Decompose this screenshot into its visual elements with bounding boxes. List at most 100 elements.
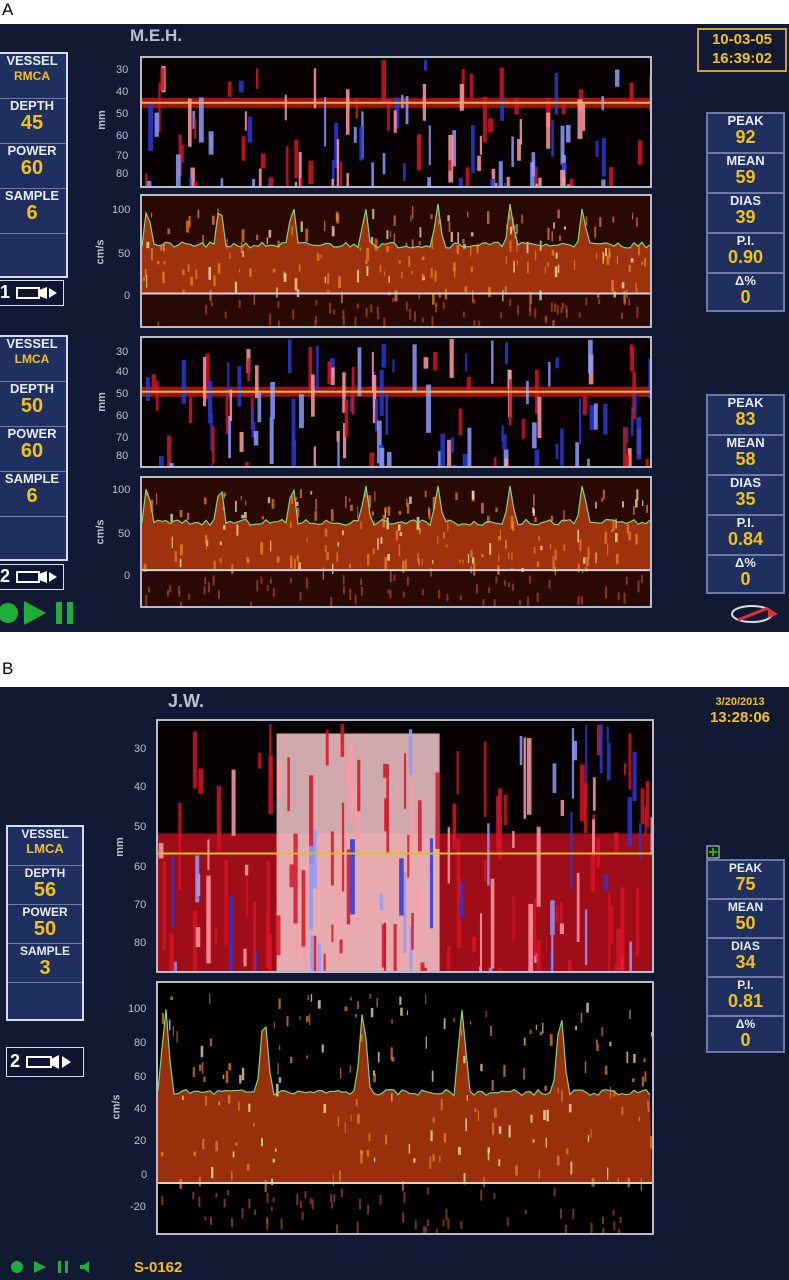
- vessel-value: LMCA: [26, 841, 64, 856]
- speaker-icon[interactable]: [80, 1261, 89, 1273]
- sample-cell[interactable]: SAMPLE 3: [8, 944, 82, 983]
- channel-1-settings[interactable]: VESSEL RMCA DEPTH 45 POWER 60 SAMPLE 6: [0, 52, 68, 278]
- delta-cell: Δ% 0: [708, 556, 783, 594]
- probe-number: 2: [10, 1051, 21, 1071]
- date-time-box: 3/20/2013 13:28:06: [694, 695, 786, 727]
- probe-number: 1: [0, 282, 11, 302]
- study-id: S-0162: [134, 1259, 183, 1276]
- mm-tick: 50: [134, 821, 147, 833]
- mm-tick: 50: [116, 388, 129, 400]
- pi-value: 0.90: [727, 247, 764, 267]
- vel-tick: 50: [118, 528, 131, 540]
- mean-label: MEAN: [727, 900, 764, 914]
- vel-tick: 20: [134, 1135, 147, 1147]
- play-icon[interactable]: [24, 601, 46, 625]
- sample-label: SAMPLE: [4, 188, 60, 203]
- channel-settings[interactable]: VESSEL LMCA DEPTH 56 POWER 50 SAMPLE 3: [6, 825, 84, 1021]
- power-cell[interactable]: POWER 60: [0, 427, 66, 472]
- sample-value: 6: [26, 202, 38, 224]
- probe-icon: [16, 287, 58, 300]
- dias-cell: DIAS 39: [708, 194, 783, 234]
- vessel-label: VESSEL: [6, 53, 58, 68]
- mm-tick: 40: [134, 781, 147, 793]
- probe-1-button[interactable]: 1: [0, 280, 64, 306]
- date-text: 10-03-05: [711, 31, 773, 48]
- power-label: POWER: [7, 143, 57, 158]
- playback-controls: [11, 1261, 89, 1273]
- delta-cell: Δ% 0: [708, 274, 783, 312]
- vessel-label: VESSEL: [6, 336, 58, 351]
- date-text: 3/20/2013: [715, 696, 765, 708]
- figure-label-b: B: [2, 659, 14, 678]
- dias-label: DIAS: [729, 475, 762, 490]
- peak-value: 75: [735, 874, 756, 894]
- dias-label: DIAS: [731, 939, 760, 953]
- sample-cell[interactable]: SAMPLE 6: [0, 189, 66, 234]
- power-label: POWER: [7, 426, 57, 441]
- mm-tick: 70: [116, 432, 129, 444]
- depth-label: DEPTH: [24, 866, 66, 880]
- depth-value: 56: [33, 879, 57, 901]
- panel-a: M.E.H. 10-03-05 16:39:02 VESSEL RMCA DEP…: [0, 24, 789, 632]
- vel-tick: 100: [112, 484, 131, 496]
- power-cell[interactable]: POWER 60: [0, 144, 66, 189]
- vel-tick: -20: [130, 1201, 146, 1213]
- velocity-axis-label: cm/s: [94, 239, 107, 265]
- sample-value: 6: [26, 485, 38, 507]
- power-label: POWER: [22, 905, 68, 919]
- stats-panel: PEAK 75 MEAN 50 DIAS 34 P.I. 0.81 Δ% 0: [706, 859, 785, 1053]
- peak-label: PEAK: [727, 395, 764, 410]
- play-icon[interactable]: [34, 1261, 46, 1273]
- sample-label: SAMPLE: [4, 471, 60, 486]
- mm-tick: 30: [134, 743, 147, 755]
- vessel-value: RMCA: [14, 69, 50, 83]
- vel-tick: 0: [124, 290, 131, 302]
- sample-value: 3: [39, 957, 51, 979]
- pause-icon[interactable]: [58, 1261, 61, 1273]
- delta-cell: Δ% 0: [708, 1017, 783, 1054]
- record-icon[interactable]: [0, 603, 18, 623]
- patient-name: M.E.H.: [130, 26, 182, 45]
- depth-label: DEPTH: [9, 381, 55, 396]
- patient-name: J.W.: [168, 691, 205, 711]
- vessel-label: VESSEL: [21, 827, 69, 841]
- power-cell[interactable]: POWER 50: [8, 905, 82, 944]
- vessel-cell[interactable]: VESSEL LMCA: [8, 827, 82, 866]
- spectrum-display-2: [140, 476, 652, 608]
- dias-value: 39: [735, 207, 756, 227]
- depth-cell[interactable]: DEPTH 50: [0, 382, 66, 427]
- vessel-cell[interactable]: VESSEL RMCA: [0, 54, 66, 99]
- mm-tick: 50: [116, 108, 129, 120]
- panel-b: J.W. 3/20/2013 13:28:06 VESSEL LMCA DEPT…: [0, 687, 789, 1280]
- probe-2-button[interactable]: 2: [0, 564, 64, 590]
- mm-tick: 80: [116, 450, 129, 462]
- mm-tick: 30: [116, 346, 129, 358]
- dias-value: 35: [735, 489, 756, 509]
- peak-cell: PEAK 75: [708, 861, 783, 900]
- probe-icon: [16, 571, 58, 584]
- mm-tick: 70: [116, 150, 129, 162]
- delta-label: Δ%: [735, 555, 756, 570]
- peak-cell: PEAK 92: [708, 114, 783, 154]
- spectrum-display: [156, 981, 654, 1235]
- stats-panel-2: PEAK 83 MEAN 58 DIAS 35 P.I. 0.84 Δ% 0: [706, 394, 785, 594]
- mm-axis-label: mm: [95, 110, 108, 130]
- record-icon[interactable]: [11, 1261, 23, 1273]
- vessel-cell[interactable]: VESSEL LMCA: [0, 337, 66, 382]
- peak-value: 92: [735, 127, 756, 147]
- pause-icon[interactable]: [56, 602, 62, 624]
- pi-cell: P.I. 0.90: [708, 234, 783, 274]
- velocity-axis-label: cm/s: [110, 1094, 123, 1120]
- probe-button[interactable]: 2: [6, 1047, 84, 1077]
- peak-label: PEAK: [728, 861, 763, 875]
- depth-cell[interactable]: DEPTH 45: [0, 99, 66, 144]
- mean-cell: MEAN 50: [708, 900, 783, 939]
- channel-2-settings[interactable]: VESSEL LMCA DEPTH 50 POWER 60 SAMPLE 6: [0, 335, 68, 561]
- expand-icon[interactable]: [706, 845, 720, 859]
- mm-tick: 80: [116, 168, 129, 180]
- date-time-box: 10-03-05 16:39:02: [697, 28, 787, 72]
- sample-cell[interactable]: SAMPLE 6: [0, 472, 66, 517]
- mm-axis-label: mm: [113, 837, 126, 857]
- pi-value: 0.84: [727, 529, 764, 549]
- depth-cell[interactable]: DEPTH 56: [8, 866, 82, 905]
